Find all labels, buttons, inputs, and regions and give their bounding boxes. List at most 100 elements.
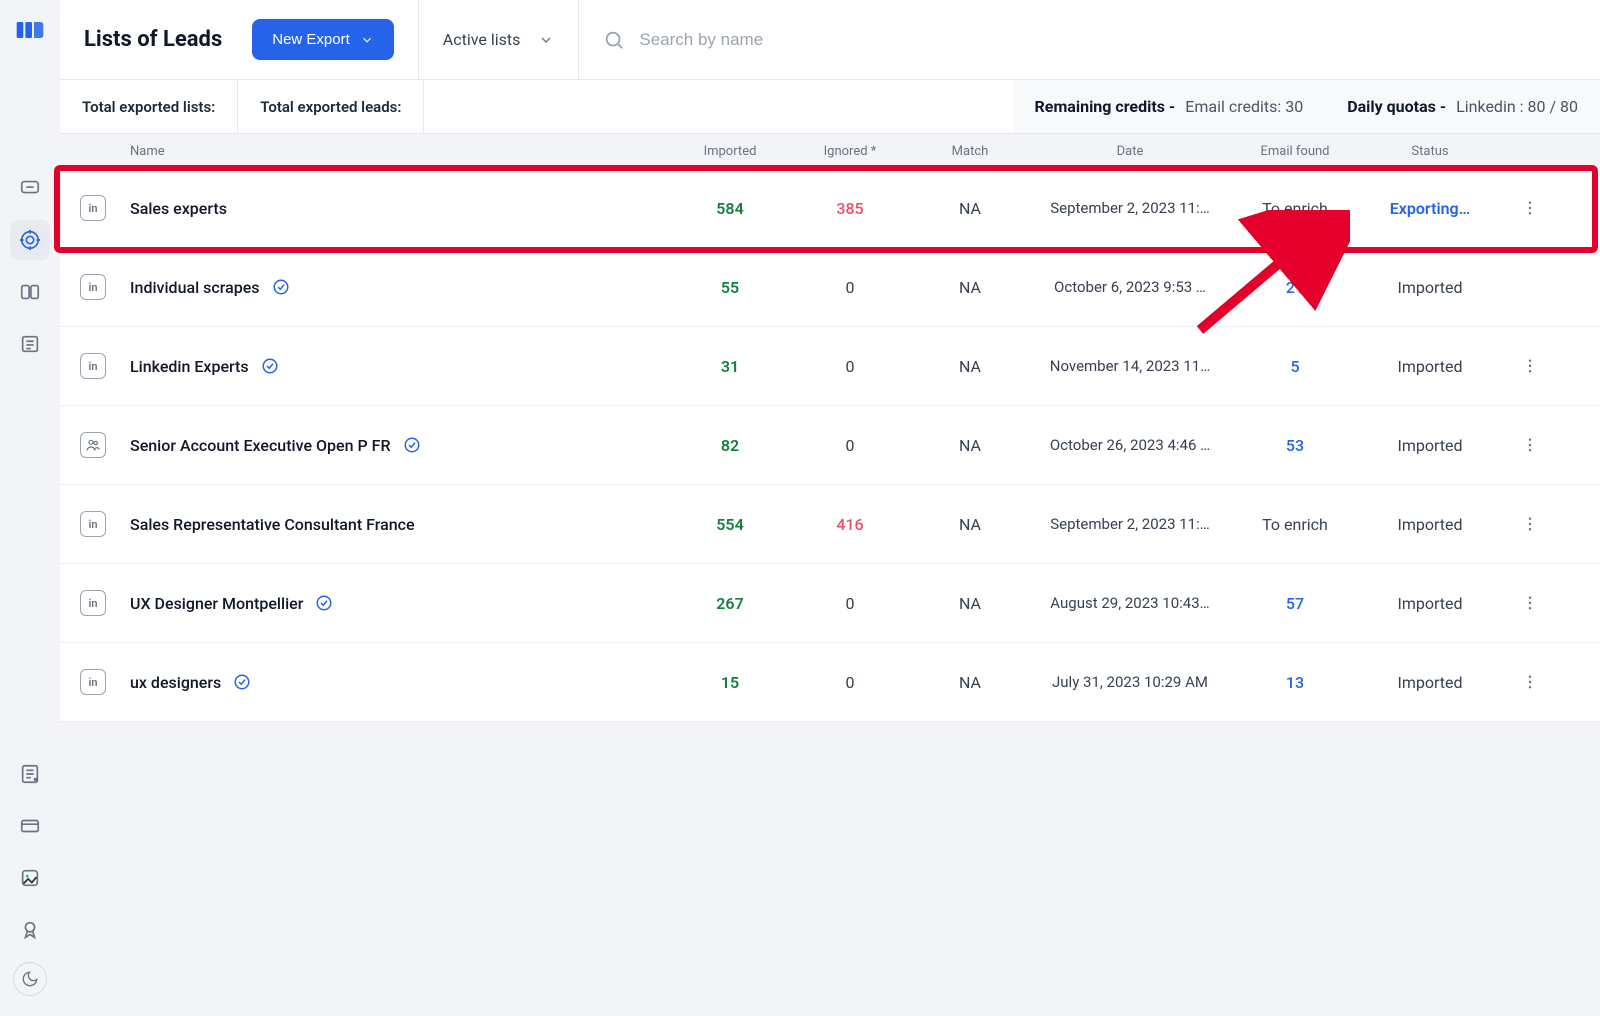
row-source-icon: in bbox=[80, 274, 130, 300]
row-match: NA bbox=[910, 436, 1030, 455]
sidebar-item-lists[interactable] bbox=[10, 324, 50, 364]
col-ignored: Ignored * bbox=[790, 144, 910, 159]
row-email-found[interactable]: 5 bbox=[1230, 357, 1360, 376]
row-status: Imported bbox=[1360, 278, 1500, 297]
row-match: NA bbox=[910, 357, 1030, 376]
row-more-button[interactable] bbox=[1500, 594, 1560, 612]
row-name: Senior Account Executive Open P FR bbox=[130, 436, 670, 455]
row-source-icon: in bbox=[80, 590, 130, 616]
row-match: NA bbox=[910, 278, 1030, 297]
filter-dropdown-label: Active lists bbox=[443, 30, 521, 49]
theme-toggle[interactable] bbox=[13, 962, 47, 996]
topbar: Lists of Leads New Export Active lists bbox=[60, 0, 1600, 80]
row-email-found[interactable]: 57 bbox=[1230, 594, 1360, 613]
row-date: October 26, 2023 4:46 … bbox=[1030, 436, 1230, 454]
table-header: Name Imported Ignored * Match Date Email… bbox=[60, 134, 1600, 169]
row-more-button[interactable] bbox=[1500, 199, 1560, 217]
row-date: August 29, 2023 10:43… bbox=[1030, 594, 1230, 612]
row-imported: 15 bbox=[670, 673, 790, 692]
sidebar-item-image[interactable] bbox=[10, 858, 50, 898]
table: Name Imported Ignored * Match Date Email… bbox=[60, 134, 1600, 1016]
row-imported: 267 bbox=[670, 594, 790, 613]
row-status: Imported bbox=[1360, 357, 1500, 376]
col-name: Name bbox=[130, 144, 670, 159]
row-email-found: To enrich bbox=[1230, 199, 1360, 218]
row-imported: 554 bbox=[670, 515, 790, 534]
row-source-icon bbox=[80, 432, 130, 458]
sidebar-item-messages[interactable] bbox=[10, 168, 50, 208]
table-row[interactable]: in ux designers 15 0 NA July 31, 2023 10… bbox=[60, 643, 1600, 722]
row-email-found[interactable]: 13 bbox=[1230, 673, 1360, 692]
col-match: Match bbox=[910, 144, 1030, 159]
chevron-down-icon bbox=[538, 32, 554, 48]
chevron-down-icon bbox=[360, 33, 374, 47]
filter-dropdown[interactable]: Active lists bbox=[443, 30, 555, 49]
table-row[interactable]: in Individual scrapes 55 0 NA October 6,… bbox=[60, 248, 1600, 327]
row-more-button[interactable] bbox=[1500, 515, 1560, 533]
sidebar-item-billing[interactable] bbox=[10, 806, 50, 846]
row-email-found: To enrich bbox=[1230, 515, 1360, 534]
search-input[interactable] bbox=[639, 30, 1576, 50]
row-date: November 14, 2023 11… bbox=[1030, 357, 1230, 375]
row-source-icon: in bbox=[80, 353, 130, 379]
row-ignored: 0 bbox=[790, 278, 910, 297]
sidebar bbox=[0, 0, 60, 1016]
sidebar-item-leads[interactable] bbox=[10, 220, 50, 260]
page-title: Lists of Leads bbox=[84, 27, 222, 52]
row-status: Exporting… bbox=[1360, 199, 1500, 218]
row-status: Imported bbox=[1360, 673, 1500, 692]
row-name: Linkedin Experts bbox=[130, 357, 670, 376]
row-match: NA bbox=[910, 673, 1030, 692]
row-match: NA bbox=[910, 594, 1030, 613]
row-ignored: 0 bbox=[790, 594, 910, 613]
new-export-label: New Export bbox=[272, 31, 350, 48]
new-export-button[interactable]: New Export bbox=[252, 19, 394, 60]
row-name: Sales Representative Consultant France bbox=[130, 515, 670, 534]
sidebar-item-contacts[interactable] bbox=[10, 754, 50, 794]
row-imported: 584 bbox=[670, 199, 790, 218]
row-ignored: 0 bbox=[790, 357, 910, 376]
row-status: Imported bbox=[1360, 436, 1500, 455]
row-source-icon: in bbox=[80, 195, 130, 221]
row-name: UX Designer Montpellier bbox=[130, 594, 670, 613]
sidebar-item-metrics[interactable] bbox=[10, 272, 50, 312]
row-date: July 31, 2023 10:29 AM bbox=[1030, 673, 1230, 691]
row-date: September 2, 2023 11:… bbox=[1030, 515, 1230, 533]
verified-icon bbox=[261, 357, 279, 375]
row-imported: 31 bbox=[670, 357, 790, 376]
sidebar-item-award[interactable] bbox=[10, 910, 50, 950]
stat-total-leads: Total exported leads: bbox=[238, 80, 424, 133]
row-ignored: 416 bbox=[790, 515, 910, 534]
row-imported: 55 bbox=[670, 278, 790, 297]
row-more-button[interactable] bbox=[1500, 436, 1560, 454]
row-more-button[interactable] bbox=[1500, 357, 1560, 375]
verified-icon bbox=[315, 594, 333, 612]
row-status: Imported bbox=[1360, 594, 1500, 613]
row-more-button[interactable] bbox=[1500, 673, 1560, 691]
row-name: ux designers bbox=[130, 673, 670, 692]
table-row[interactable]: Senior Account Executive Open P FR 82 0 … bbox=[60, 406, 1600, 485]
col-status: Status bbox=[1360, 144, 1500, 159]
row-date: September 2, 2023 11:… bbox=[1030, 199, 1230, 217]
verified-icon bbox=[403, 436, 421, 454]
table-row[interactable]: in UX Designer Montpellier 267 0 NA Augu… bbox=[60, 564, 1600, 643]
stat-remaining-credits: Remaining credits - Email credits: 30 bbox=[1013, 80, 1326, 133]
row-email-found[interactable]: 53 bbox=[1230, 436, 1360, 455]
row-source-icon: in bbox=[80, 669, 130, 695]
row-ignored: 385 bbox=[790, 199, 910, 218]
row-match: NA bbox=[910, 515, 1030, 534]
table-row[interactable]: in Sales Representative Consultant Franc… bbox=[60, 485, 1600, 564]
verified-icon bbox=[272, 278, 290, 296]
verified-icon bbox=[233, 673, 251, 691]
row-name: Individual scrapes bbox=[130, 278, 670, 297]
row-imported: 82 bbox=[670, 436, 790, 455]
app-logo bbox=[14, 14, 46, 46]
table-row[interactable]: in Linkedin Experts 31 0 NA November 14,… bbox=[60, 327, 1600, 406]
row-source-icon: in bbox=[80, 511, 130, 537]
stat-total-lists: Total exported lists: bbox=[60, 80, 238, 133]
row-name: Sales experts bbox=[130, 199, 670, 218]
table-row[interactable]: in Sales experts 584 385 NA September 2,… bbox=[60, 169, 1600, 248]
row-email-found[interactable]: 21 bbox=[1230, 278, 1360, 297]
col-imported: Imported bbox=[670, 144, 790, 159]
search-icon bbox=[603, 29, 625, 51]
